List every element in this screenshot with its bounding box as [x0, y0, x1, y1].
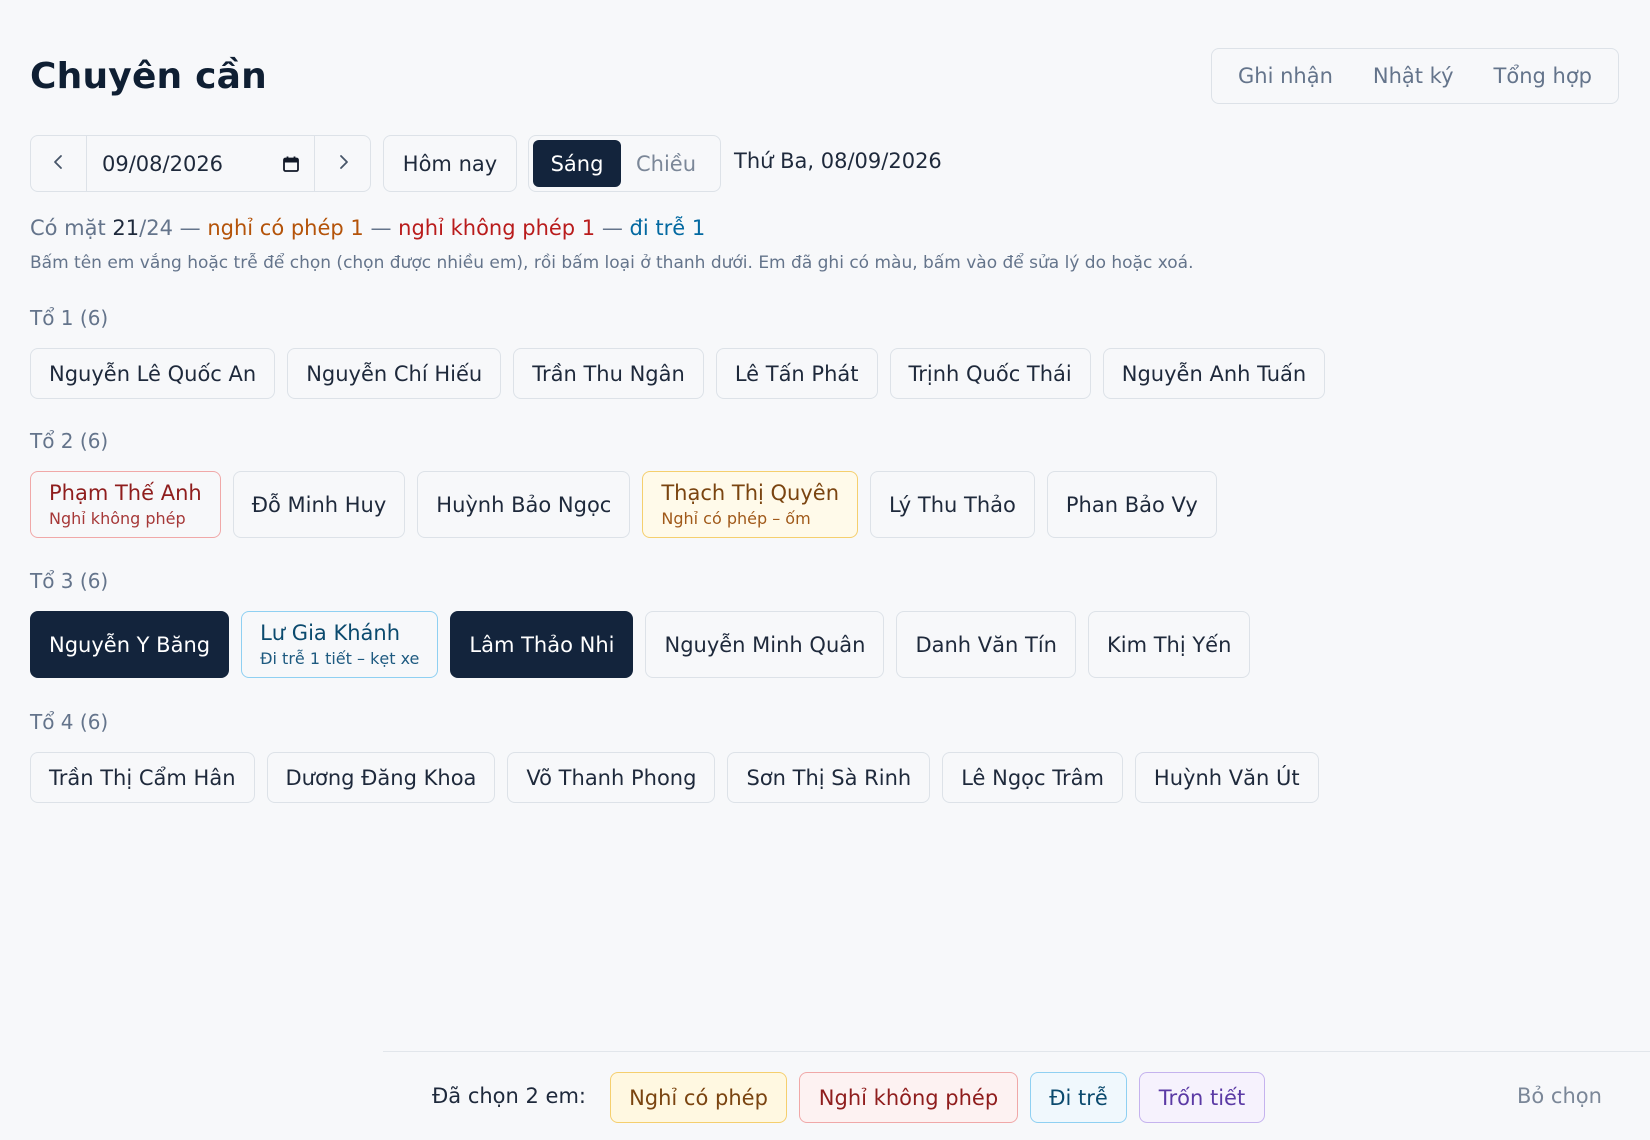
student-name: Lê Tấn Phát — [734, 361, 859, 386]
student-name: Võ Thanh Phong — [526, 765, 697, 790]
unexcused-count: nghỉ không phép 1 — [398, 216, 596, 240]
student-name: Danh Văn Tín — [915, 632, 1057, 657]
summary-separator: — — [172, 216, 208, 240]
tab-log[interactable]: Nhật ký — [1353, 64, 1474, 88]
excused-count: nghỉ có phép 1 — [207, 216, 364, 240]
date-toolbar: 09/08/2026 Hôm nay Sáng Chiều Thứ Ba, 08… — [30, 135, 1030, 192]
student-name: Huỳnh Văn Út — [1153, 765, 1300, 790]
student-chip[interactable]: Nguyễn Minh Quân — [645, 611, 885, 678]
student-name: Huỳnh Bảo Ngọc — [436, 492, 612, 517]
student-name: Nguyễn Y Băng — [49, 632, 211, 657]
student-name: Dương Đăng Khoa — [285, 765, 477, 790]
student-chip[interactable]: Lư Gia Khánh Đi trễ 1 tiết – kẹt xe — [241, 611, 439, 678]
group-row: Nguyễn Lê Quốc An Nguyễn Chí Hiếu Trần Thu… — [30, 348, 1326, 399]
group-label: Tổ 4 (6) — [30, 710, 109, 734]
page-title: Chuyên cần — [30, 56, 267, 97]
student-chip[interactable]: Trần Thị Cẩm Hân — [30, 752, 255, 803]
view-tabs: Ghi nhận Nhật ký Tổng hợp — [1211, 48, 1620, 104]
student-name: Kim Thị Yến — [1106, 632, 1232, 657]
student-chip[interactable]: Nguyễn Y Băng — [30, 611, 230, 678]
date-input[interactable]: 09/08/2026 — [86, 136, 315, 191]
session-afternoon-button[interactable]: Chiều — [621, 140, 711, 187]
student-name: Lư Gia Khánh — [260, 621, 401, 645]
student-chip[interactable]: Nguyễn Anh Tuấn — [1102, 348, 1326, 399]
student-chip[interactable]: Phan Bảo Vy — [1046, 471, 1217, 538]
student-name: Nguyễn Minh Quân — [664, 632, 866, 657]
student-name: Nguyễn Chí Hiếu — [306, 361, 483, 386]
student-chip[interactable]: Trần Thu Ngân — [513, 348, 704, 399]
student-name: Lý Thu Thảo — [889, 492, 1016, 517]
date-input-value: 09/08/2026 — [102, 151, 224, 176]
summary-separator: — — [595, 216, 630, 240]
student-name: Nguyễn Lê Quốc An — [49, 361, 257, 386]
student-status-note: Nghỉ có phép – ốm — [661, 509, 811, 528]
attendance-summary: Có mặt 21/24 — nghỉ có phép 1 — nghỉ khô… — [30, 216, 705, 240]
student-chip[interactable]: Huỳnh Văn Út — [1134, 752, 1319, 803]
chevron-right-icon — [335, 154, 351, 174]
student-chip[interactable]: Kim Thị Yến — [1087, 611, 1251, 678]
prev-day-button[interactable] — [31, 136, 86, 191]
student-name: Nguyễn Anh Tuấn — [1121, 361, 1307, 386]
group-row: Nguyễn Y Băng Lư Gia Khánh Đi trễ 1 tiết –… — [30, 611, 1251, 678]
summary-separator: — — [363, 216, 399, 240]
chevron-left-icon — [51, 154, 67, 174]
student-name: Đỗ Minh Huy — [251, 492, 387, 517]
mark-unexcused-button[interactable]: Nghỉ không phép — [799, 1072, 1018, 1123]
selection-action-bar: Đã chọn 2 em: Nghỉ có phép Nghỉ không ph… — [383, 1051, 1650, 1140]
next-day-button[interactable] — [315, 136, 370, 191]
calendar-icon[interactable] — [282, 155, 300, 173]
present-prefix: Có mặt — [30, 216, 113, 240]
student-chip[interactable]: Nguyễn Chí Hiếu — [287, 348, 502, 399]
tab-record[interactable]: Ghi nhận — [1218, 64, 1353, 88]
tab-summary[interactable]: Tổng hợp — [1474, 64, 1612, 88]
student-chip[interactable]: Lê Ngọc Trâm — [942, 752, 1123, 803]
student-chip[interactable]: Huỳnh Bảo Ngọc — [417, 471, 631, 538]
group-label: Tổ 1 (6) — [30, 306, 109, 330]
instruction-hint: Bấm tên em vắng hoặc trễ để chọn (chọn đ… — [30, 253, 1194, 273]
student-chip[interactable]: Dương Đăng Khoa — [266, 752, 496, 803]
student-chip[interactable]: Lâm Thảo Nhi — [450, 611, 634, 678]
student-chip[interactable]: Nguyễn Lê Quốc An — [30, 348, 276, 399]
student-chip[interactable]: Sơn Thị Sà Rinh — [727, 752, 931, 803]
group-row: Phạm Thế Anh Nghỉ không phép Đỗ Minh Huy Hu… — [30, 471, 1217, 538]
group-label: Tổ 3 (6) — [30, 569, 109, 593]
mark-late-button[interactable]: Đi trễ — [1030, 1072, 1127, 1123]
student-status-note: Đi trễ 1 tiết – kẹt xe — [260, 649, 420, 668]
student-name: Trần Thu Ngân — [532, 361, 685, 386]
session-morning-button[interactable]: Sáng — [533, 140, 621, 187]
today-button[interactable]: Hôm nay — [383, 135, 517, 192]
student-name: Trần Thị Cẩm Hân — [49, 765, 236, 790]
student-chip[interactable]: Đỗ Minh Huy — [232, 471, 406, 538]
present-count: 21 — [112, 216, 140, 240]
student-name: Trịnh Quốc Thái — [908, 361, 1072, 386]
student-chip[interactable]: Lý Thu Thảo — [870, 471, 1035, 538]
student-name: Phạm Thế Anh — [49, 481, 202, 505]
student-name: Phan Bảo Vy — [1065, 492, 1198, 517]
mark-excused-button[interactable]: Nghỉ có phép — [610, 1072, 787, 1123]
student-chip[interactable]: Danh Văn Tín — [896, 611, 1076, 678]
weekday-date-label: Thứ Ba, 08/09/2026 — [734, 149, 942, 173]
student-name: Sơn Thị Sà Rinh — [746, 765, 912, 790]
clear-selection-button[interactable]: Bỏ chọn — [1517, 1084, 1602, 1108]
total-count: /24 — [139, 216, 173, 240]
student-name: Thạch Thị Quyên — [661, 481, 840, 505]
selected-count: Đã chọn 2 em: — [432, 1084, 586, 1108]
student-status-note: Nghỉ không phép — [49, 509, 186, 528]
student-chip[interactable]: Thạch Thị Quyên Nghỉ có phép – ốm — [642, 471, 859, 538]
group-row: Trần Thị Cẩm Hân Dương Đăng Khoa Võ Thanh … — [30, 752, 1319, 803]
student-name: Lê Ngọc Trâm — [961, 765, 1104, 790]
student-chip[interactable]: Võ Thanh Phong — [507, 752, 716, 803]
group-label: Tổ 2 (6) — [30, 429, 109, 453]
session-toggle: Sáng Chiều — [528, 135, 721, 192]
student-name: Lâm Thảo Nhi — [469, 632, 615, 657]
date-picker-group: 09/08/2026 — [30, 135, 371, 192]
student-chip[interactable]: Lê Tấn Phát — [715, 348, 878, 399]
student-chip[interactable]: Phạm Thế Anh Nghỉ không phép — [30, 471, 221, 538]
late-count: đi trễ 1 — [629, 216, 706, 240]
student-chip[interactable]: Trịnh Quốc Thái — [889, 348, 1091, 399]
mark-truant-button[interactable]: Trốn tiết — [1139, 1072, 1265, 1123]
